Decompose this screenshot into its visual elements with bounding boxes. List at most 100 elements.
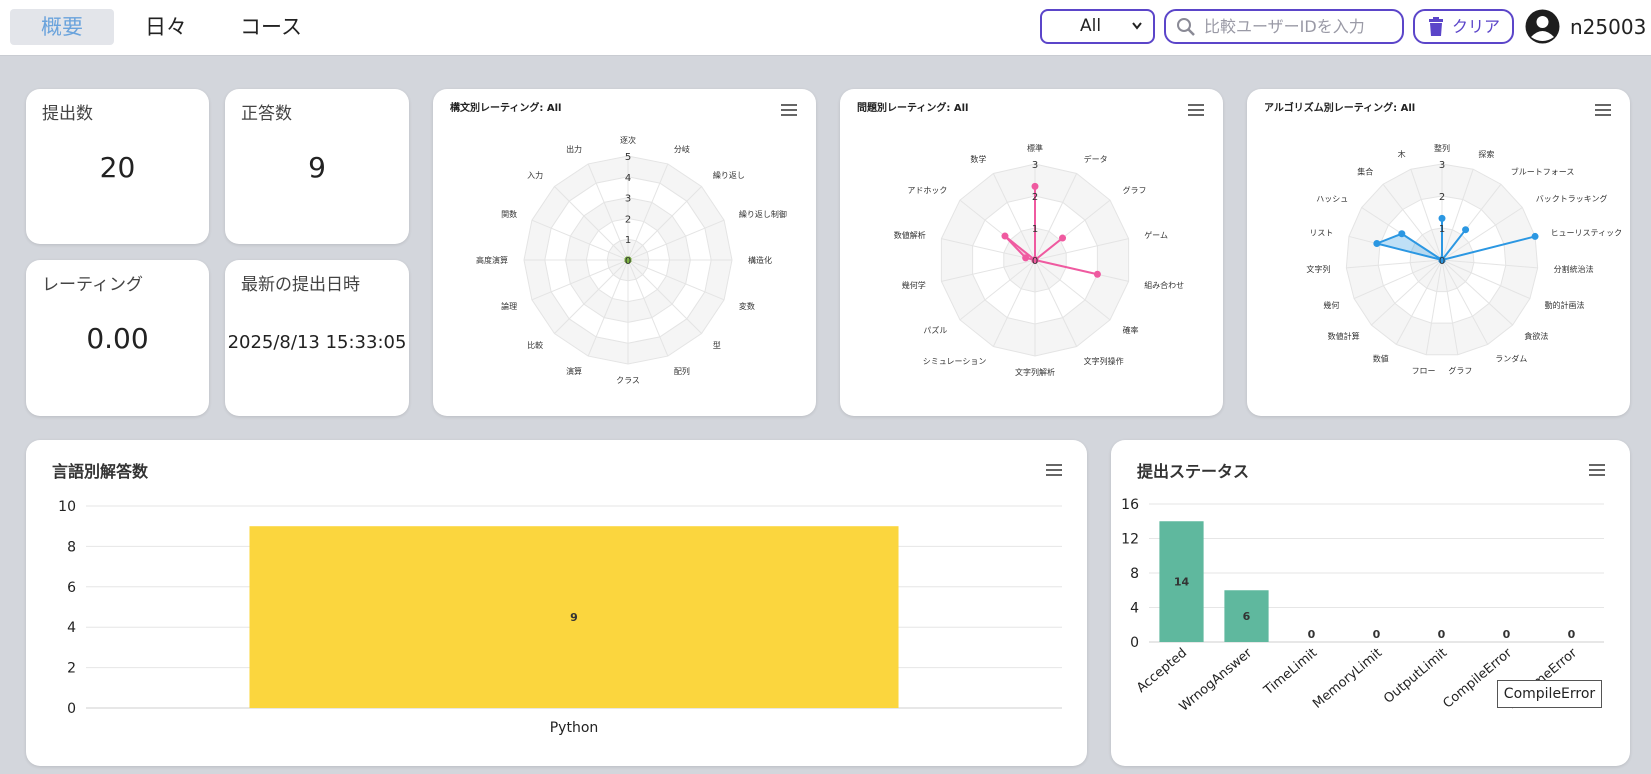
radar-category-label: 集合 (1357, 167, 1373, 177)
y-tick-label: 0 (1130, 635, 1139, 651)
radar-category-label: 整列 (1434, 143, 1450, 153)
radar-category-label: 探索 (1478, 149, 1494, 159)
radar-tick-label: 1 (1032, 224, 1038, 235)
radar-point (1022, 254, 1030, 262)
y-tick-label: 10 (58, 499, 76, 515)
syntax-radar-chart: 0 1 2 3 4 5 逐次分岐繰り返し繰り返し制御構造化変数型配列クラス 演算 比較 論理 高度演… (476, 135, 787, 385)
stat-value: 20 (99, 151, 136, 184)
chevron-down-icon (1131, 11, 1143, 54)
y-tick-label: 4 (67, 620, 76, 636)
radar-category-label: 組み合わせ (1144, 280, 1184, 290)
radar-category-label: 高度演算 (476, 255, 508, 265)
radar-category-label: 繰り返し制御 (739, 209, 787, 219)
compare-user-search[interactable]: 比較ユーザーIDを入力 (1164, 9, 1404, 44)
radar-tick-label: 2 (1439, 192, 1445, 203)
radar-point (1059, 234, 1067, 242)
radar-category-label: バックトラッキング (1536, 194, 1608, 204)
stat-title: レーティング (42, 275, 143, 295)
x-tick-label: TimeLimit (1261, 646, 1320, 699)
x-tick-label: MemoryLimit (1310, 646, 1385, 712)
stat-title: 最新の提出日時 (241, 275, 360, 295)
radar-point (1001, 232, 1009, 240)
clear-button[interactable]: クリア (1413, 9, 1514, 44)
chart-tooltip: CompileError (1497, 680, 1602, 708)
radar-point (1373, 240, 1381, 248)
stat-card-latest-submission: 最新の提出日時 2025/8/13 15:33:05 (225, 260, 409, 416)
language-answers-card: 言語別解答数 0 2 4 6 8 10 9 Python (26, 440, 1087, 766)
radar-tick-label: 4 (625, 173, 631, 184)
user-avatar-icon[interactable] (1525, 9, 1560, 44)
x-tick-label: Accepted (1134, 646, 1190, 696)
radar-category-label: 数値解析 (894, 230, 926, 240)
radar-category-label: 数値計算 (1328, 331, 1360, 341)
bar-data-label: 0 (1568, 628, 1576, 641)
radar-point (1398, 230, 1406, 238)
radar-category-label: 木 (1398, 149, 1406, 159)
stat-card-correct: 正答数 9 (225, 89, 409, 244)
stat-title: 正答数 (241, 104, 292, 124)
stat-value: 0.00 (86, 322, 149, 355)
tab-overview[interactable]: 概要 (10, 9, 114, 45)
y-tick-label: 8 (1130, 566, 1139, 582)
radar-tick-label: 2 (625, 214, 631, 225)
stat-title: 提出数 (42, 104, 93, 124)
radar-category-label: リスト (1309, 229, 1333, 238)
radar-category-label: クラス (616, 376, 640, 385)
problem-radar-chart: 0 1 2 3 標準データグラフゲーム組み合わせ確率文字列操作文字列解析 シミュレーション… (894, 143, 1184, 377)
radar-category-label: 数学 (970, 154, 986, 164)
radar-category-label: 幾何学 (902, 280, 926, 290)
radar-category-label: パズル (923, 325, 947, 335)
radar-tick-label: 3 (1439, 160, 1445, 171)
radar-category-label: グラフ (1448, 365, 1472, 375)
radar-category-label: 幾何 (1323, 300, 1339, 310)
radar-category-label: フロー (1412, 366, 1436, 375)
language-bar-chart: 0 2 4 6 8 10 9 Python (58, 499, 1062, 736)
y-tick-label: 12 (1121, 532, 1139, 548)
bar-data-label: 0 (1373, 628, 1381, 641)
x-tick-label: OutputLimit (1381, 646, 1450, 707)
x-tick-label: Python (550, 720, 599, 736)
radar-category-label: シミュレーション (923, 357, 987, 366)
radar-tick-label: 1 (1439, 224, 1445, 235)
tab-daily[interactable]: 日々 (126, 9, 206, 45)
radar-category-label: 入力 (527, 170, 543, 180)
search-icon (1176, 17, 1196, 41)
search-placeholder: 比較ユーザーIDを入力 (1204, 17, 1365, 36)
radar-category-label: ハッシュ (1316, 195, 1348, 204)
radar-tick-label: 1 (625, 235, 631, 246)
stat-value: 9 (308, 151, 326, 184)
radar-category-label: 演算 (566, 366, 582, 376)
y-tick-label: 6 (67, 580, 76, 596)
radar-category-label: 逐次 (620, 135, 636, 145)
category-select[interactable]: All (1040, 9, 1155, 44)
bar-data-label: 0 (1503, 628, 1511, 641)
radar-category-label: 分割統治法 (1554, 264, 1594, 274)
algorithm-rating-card: アルゴリズム別レーティング: All 0 1 2 3 整列 探索 ブルートフォース バックトラ… (1247, 89, 1630, 416)
y-tick-label: 16 (1121, 497, 1139, 513)
radar-tick-label: 0 (625, 256, 631, 267)
top-bar: 概要 日々 コース All 比較ユーザーIDを入力 クリア n25003 (0, 0, 1651, 56)
radar-tick-label: 0 (1439, 256, 1445, 267)
y-tick-label: 2 (67, 661, 76, 677)
user-name: n25003 (1570, 15, 1647, 39)
radar-category-label: アドホック (907, 186, 947, 195)
radar-category-label: 比較 (527, 340, 543, 350)
clear-button-label: クリア (1452, 17, 1501, 36)
trash-icon (1427, 17, 1445, 41)
category-select-value: All (1080, 16, 1102, 36)
bar-data-label: 0 (1308, 628, 1316, 641)
radar-category-label: 論理 (501, 301, 517, 311)
radar-category-label: 構造化 (748, 255, 772, 265)
radar-tick-label: 2 (1032, 192, 1038, 203)
radar-category-label: データ (1084, 154, 1108, 164)
tab-course[interactable]: コース (226, 9, 316, 45)
radar-category-label: 文字列解析 (1015, 367, 1055, 377)
radar-category-label: 出力 (566, 144, 582, 154)
y-tick-label: 4 (1130, 601, 1139, 617)
radar-category-label: グラフ (1123, 185, 1147, 195)
status-bar-chart: 048121614Accepted6WrnogAnswer0TimeLimit0… (1121, 497, 1604, 715)
radar-category-label: 分岐 (674, 144, 690, 154)
algorithm-radar-chart: 0 1 2 3 整列探索ブルートフォースバックトラッキングヒューリスティック分割統治法動… (1306, 143, 1622, 375)
radar-category-label: 確率 (1123, 325, 1139, 335)
stat-card-rating: レーティング 0.00 (26, 260, 209, 416)
